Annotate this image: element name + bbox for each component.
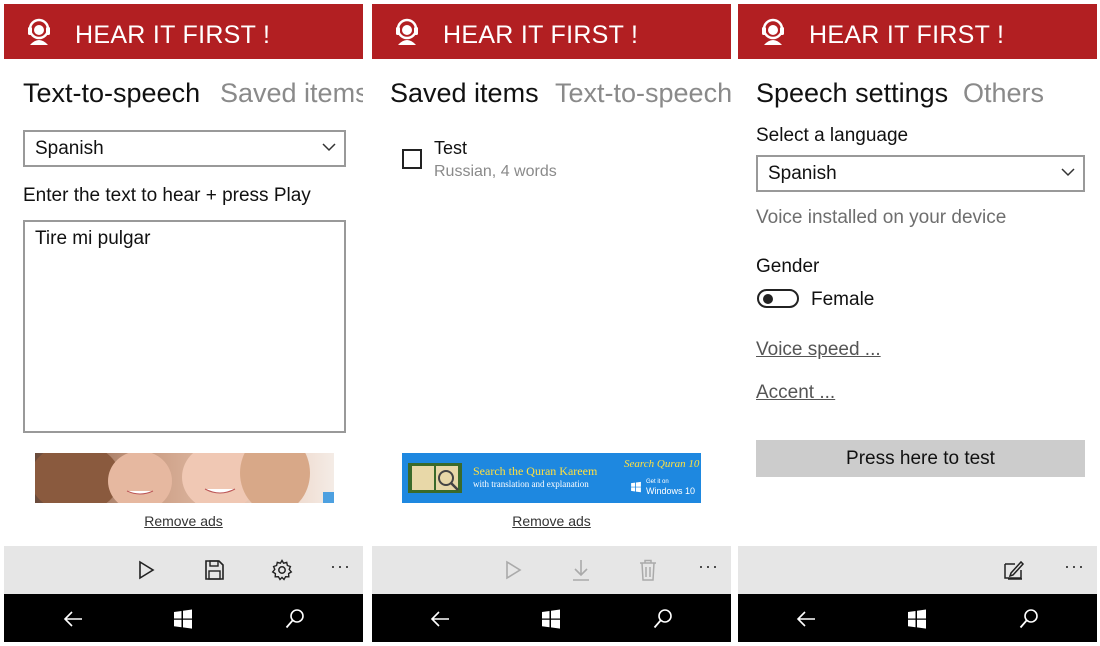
remove-ads-link[interactable]: Remove ads [372, 513, 731, 529]
accent-link[interactable]: Accent ... [756, 382, 835, 404]
search-icon[interactable] [284, 608, 306, 630]
item-subtitle: Russian, 4 words [434, 163, 557, 180]
tab-saved-items[interactable]: Saved items [220, 78, 363, 109]
tab-text-to-speech[interactable]: Text-to-speech [23, 78, 200, 109]
settings-icon[interactable] [270, 558, 294, 582]
app-title: HEAR IT FIRST ! [75, 21, 271, 49]
tab-others[interactable]: Others [963, 78, 1044, 109]
edit-icon[interactable] [1002, 558, 1026, 582]
more-button[interactable]: ··· [1064, 556, 1085, 577]
search-icon[interactable] [652, 608, 674, 630]
ad-brand: Search Quran 10 [624, 458, 700, 470]
gender-value: Female [811, 289, 875, 310]
system-nav-bar [4, 594, 363, 642]
headset-person-icon [762, 18, 784, 45]
test-button[interactable]: Press here to test [756, 440, 1085, 477]
save-icon[interactable] [202, 558, 226, 582]
headset-person-icon [28, 18, 50, 45]
ad-banner[interactable] [35, 453, 334, 503]
language-value: Spanish [768, 163, 837, 184]
title-bar: HEAR IT FIRST ! [4, 4, 363, 59]
screen-speech-settings: HEAR IT FIRST ! Speech settings Others S… [738, 4, 1097, 642]
download-icon[interactable] [569, 558, 593, 582]
windows-start-icon[interactable] [172, 608, 194, 630]
tab-text-to-speech[interactable]: Text-to-speech [555, 78, 731, 109]
language-dropdown[interactable]: Spanish [756, 155, 1085, 192]
title-bar: HEAR IT FIRST ! [372, 4, 731, 59]
windows-logo-icon [631, 481, 641, 493]
chevron-down-icon [1061, 168, 1075, 177]
ad-windows-10: Windows 10 [646, 486, 696, 496]
voice-status: Voice installed on your device [756, 207, 1007, 228]
app-bar: ··· [372, 546, 731, 594]
app-title: HEAR IT FIRST ! [443, 21, 639, 49]
app-bar: ··· [4, 546, 363, 594]
more-button[interactable]: ··· [330, 556, 351, 577]
language-label: Select a language [756, 125, 909, 146]
chevron-down-icon [322, 143, 336, 152]
screen-text-to-speech: HEAR IT FIRST ! Text-to-speech Saved ite… [4, 4, 363, 642]
headset-person-icon [396, 18, 418, 45]
gender-toggle[interactable] [757, 289, 799, 308]
ad-get-it-on: Get it on [646, 479, 669, 485]
ad-headline: Search the Quran Kareem [473, 464, 598, 478]
title-bar: HEAR IT FIRST ! [738, 4, 1097, 59]
toggle-knob [763, 294, 773, 304]
play-icon[interactable] [501, 558, 525, 582]
delete-icon[interactable] [636, 558, 660, 582]
play-icon[interactable] [134, 558, 158, 582]
gender-label: Gender [756, 256, 820, 277]
ad-banner[interactable]: Search the Quran Kareem with translation… [402, 453, 701, 503]
system-nav-bar [372, 594, 731, 642]
windows-start-icon[interactable] [540, 608, 562, 630]
tab-saved-items[interactable]: Saved items [390, 78, 539, 109]
item-checkbox[interactable] [402, 149, 422, 169]
text-input-value: Tire mi pulgar [35, 228, 151, 249]
text-prompt-label: Enter the text to hear + press Play [23, 185, 311, 206]
windows-start-icon[interactable] [906, 608, 928, 630]
app-bar: ··· [738, 546, 1097, 594]
text-input[interactable]: Tire mi pulgar [23, 220, 346, 433]
more-button[interactable]: ··· [698, 556, 719, 577]
voice-speed-link[interactable]: Voice speed ... [756, 339, 881, 361]
ad-photo [35, 453, 334, 503]
remove-ads-link[interactable]: Remove ads [4, 513, 363, 529]
item-title: Test [434, 138, 468, 158]
language-value: Spanish [35, 138, 104, 159]
language-dropdown[interactable]: Spanish [23, 130, 346, 167]
search-icon[interactable] [1018, 608, 1040, 630]
screen-saved-items: HEAR IT FIRST ! Saved items Text-to-spee… [372, 4, 731, 642]
back-arrow-icon[interactable] [62, 608, 84, 630]
tab-speech-settings[interactable]: Speech settings [756, 78, 948, 109]
system-nav-bar [738, 594, 1097, 642]
ad-subline: with translation and explanation [473, 479, 589, 489]
back-arrow-icon[interactable] [429, 608, 451, 630]
back-arrow-icon[interactable] [795, 608, 817, 630]
quran-book-icon [408, 463, 462, 493]
app-title: HEAR IT FIRST ! [809, 21, 1005, 49]
